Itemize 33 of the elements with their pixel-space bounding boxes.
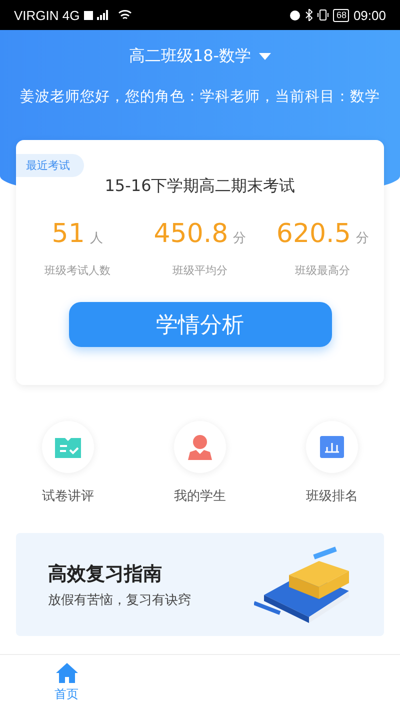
bluetooth-icon <box>305 9 314 21</box>
exam-title: 15-16下学期高二期末考试 <box>104 176 296 197</box>
home-icon <box>56 663 78 683</box>
shortcut-label: 我的学生 <box>174 488 226 505</box>
greeting-text: 姜波老师您好，您的角色：学科老师，当前科目：数学 <box>20 88 380 106</box>
shortcut-item[interactable]: 班级排名 <box>292 421 372 505</box>
stat-label: 班级平均分 <box>172 263 228 278</box>
shortcut-item[interactable]: 试卷讲评 <box>28 421 108 505</box>
alarm-icon <box>289 9 302 21</box>
stat-label: 班级考试人数 <box>44 263 110 278</box>
banner-title: 高效复习指南 <box>48 562 163 586</box>
review-guide-banner[interactable]: 高效复习指南 放假有苦恼，复习有诀窍 <box>16 533 384 636</box>
stat-value: 51 <box>52 219 85 249</box>
battery-indicator: 68 <box>333 8 350 22</box>
answer-sheet-icon <box>55 436 81 458</box>
stat-value: 620.5 <box>276 219 351 249</box>
stat-unit: 分 <box>233 230 246 247</box>
vibrate-icon <box>317 9 330 21</box>
stat-unit: 分 <box>356 230 369 247</box>
caret-icon <box>259 52 272 60</box>
shortcut-label: 班级排名 <box>306 488 358 505</box>
person-icon <box>188 434 212 460</box>
bar-chart-icon <box>320 436 344 458</box>
shortcut-item[interactable]: 我的学生 <box>160 421 240 505</box>
stat-label: 班级最高分 <box>295 263 350 278</box>
clock: 09:00 <box>353 8 386 22</box>
shortcut-label: 试卷讲评 <box>42 488 94 505</box>
recent-exam-tag: 最近考试 <box>16 154 84 177</box>
banner-subtitle: 放假有苦恼，复习有诀窍 <box>48 592 191 608</box>
stat-value: 450.8 <box>154 219 228 249</box>
carrier-label: VIRGIN 4G <box>14 8 80 22</box>
wifi-icon <box>118 9 132 21</box>
stat-unit: 人 <box>90 230 103 247</box>
